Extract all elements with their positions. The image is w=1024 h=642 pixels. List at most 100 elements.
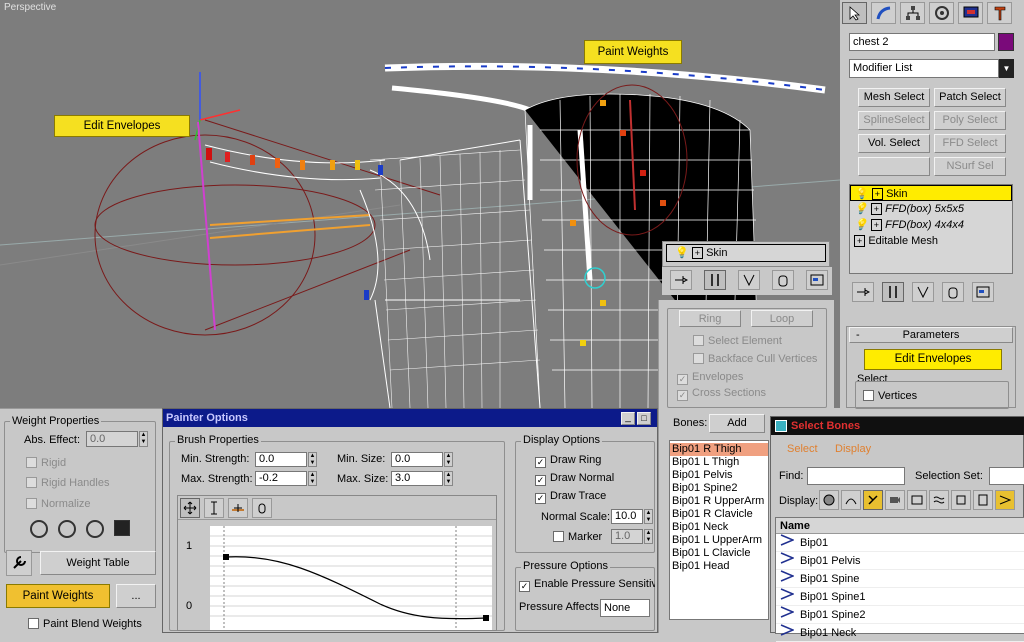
marker-checkbox[interactable] bbox=[553, 531, 564, 542]
cross-sections-checkbox[interactable]: ✓ bbox=[677, 390, 688, 401]
bulb-icon[interactable]: 💡 bbox=[855, 188, 869, 200]
chevron-down-icon[interactable]: ▼ bbox=[999, 59, 1014, 78]
falloff-curve-graph[interactable] bbox=[210, 526, 492, 630]
bulb-icon[interactable]: 💡 bbox=[854, 203, 868, 215]
bone-list-item[interactable]: Bip01 R Thigh bbox=[670, 443, 768, 456]
normal-scale-spinner[interactable]: ▲ ▼ bbox=[644, 509, 653, 524]
envelopes-checkbox[interactable]: ✓ bbox=[677, 374, 688, 385]
add-bone-button[interactable]: Add bbox=[709, 414, 765, 433]
expand-icon[interactable]: + bbox=[854, 235, 866, 247]
configure-sets-icon[interactable] bbox=[972, 282, 994, 302]
bone-list-item[interactable]: Bip01 L Thigh bbox=[670, 456, 768, 469]
table-row[interactable]: Bip01 Spine1 bbox=[776, 587, 1024, 606]
expand-icon[interactable]: + bbox=[871, 188, 884, 200]
bake-weights-icon[interactable] bbox=[114, 520, 130, 536]
bone-list-item[interactable]: Bip01 L UpperArm bbox=[670, 534, 768, 547]
wrench-icon[interactable] bbox=[6, 550, 32, 576]
table-row[interactable]: Bip01 Pelvis bbox=[776, 551, 1024, 570]
table-row[interactable]: Bip01 Neck bbox=[776, 623, 1024, 642]
pressure-affects-dropdown[interactable]: None bbox=[600, 599, 650, 617]
max-strength-field[interactable]: -0.2 bbox=[255, 471, 307, 486]
stack-item-editable-mesh[interactable]: + Editable Mesh bbox=[850, 233, 1012, 249]
mesh-select-button[interactable]: Mesh Select bbox=[858, 88, 930, 107]
edit-envelopes-button[interactable]: Edit Envelopes bbox=[864, 349, 1002, 370]
select-bones-titlebar[interactable]: Select Bones bbox=[771, 417, 1024, 435]
maximize-button[interactable]: □ bbox=[637, 412, 651, 425]
name-column-header[interactable]: Name bbox=[776, 518, 1024, 534]
bones-tree-list[interactable]: Name Bip01 Bip01 Pelvis Bip01 Spine Bip01 S… bbox=[775, 517, 1024, 642]
bulb-icon[interactable]: 💡 bbox=[854, 219, 868, 231]
ring-button[interactable]: Ring bbox=[679, 310, 741, 327]
remove-modifier-icon[interactable] bbox=[942, 282, 964, 302]
bone-list-item[interactable]: Bip01 R UpperArm bbox=[670, 495, 768, 508]
bone-list-item[interactable]: Bip01 R Clavicle bbox=[670, 508, 768, 521]
pin-stack-icon[interactable] bbox=[670, 270, 692, 290]
painter-options-titlebar[interactable]: Painter Options bbox=[163, 409, 657, 427]
add-point-icon[interactable] bbox=[228, 498, 248, 518]
show-end-result-icon[interactable] bbox=[882, 282, 904, 302]
selection-set-dropdown[interactable] bbox=[989, 467, 1024, 485]
expand-icon[interactable]: + bbox=[691, 247, 704, 259]
normalize-checkbox[interactable] bbox=[26, 498, 37, 509]
select-excluded-icon[interactable] bbox=[86, 520, 104, 538]
patch-select-button[interactable]: Patch Select bbox=[934, 88, 1006, 107]
expand-icon[interactable]: + bbox=[870, 219, 883, 231]
min-strength-spinner[interactable]: ▲ ▼ bbox=[308, 452, 317, 467]
bone-list-item[interactable]: Bip01 Spine2 bbox=[670, 482, 768, 495]
table-row[interactable]: Bip01 Spine2 bbox=[776, 605, 1024, 624]
space-warps-filter-icon[interactable] bbox=[929, 490, 949, 510]
enable-pressure-checkbox[interactable]: ✓ bbox=[519, 581, 530, 592]
include-verts-icon[interactable] bbox=[58, 520, 76, 538]
remove-modifier-icon[interactable] bbox=[772, 270, 794, 290]
vol-select-button[interactable]: Vol. Select bbox=[858, 134, 930, 153]
cameras-filter-icon[interactable] bbox=[885, 490, 905, 510]
min-strength-field[interactable]: 0.0 bbox=[255, 452, 307, 467]
painter-options-button[interactable]: ... bbox=[116, 584, 156, 608]
marker-field[interactable]: 1.0 bbox=[611, 529, 643, 544]
bulb-icon[interactable]: 💡 bbox=[675, 247, 689, 259]
abs-effect-field[interactable]: 0.0 bbox=[86, 431, 138, 447]
draw-trace-checkbox[interactable]: ✓ bbox=[535, 493, 546, 504]
bone-list-item[interactable]: Bip01 Pelvis bbox=[670, 469, 768, 482]
select-element-checkbox[interactable] bbox=[693, 335, 704, 346]
table-row[interactable]: Bip01 bbox=[776, 533, 1024, 552]
max-size-spinner[interactable]: ▲ ▼ bbox=[444, 471, 453, 486]
modify-tab-icon[interactable] bbox=[871, 2, 896, 24]
poly-select-button[interactable]: Poly Select bbox=[934, 111, 1006, 130]
draw-ring-checkbox[interactable]: ✓ bbox=[535, 457, 546, 468]
display-tab-icon[interactable] bbox=[958, 2, 983, 24]
display-menu[interactable]: Display bbox=[835, 443, 871, 455]
find-input[interactable] bbox=[807, 467, 905, 485]
rigid-checkbox[interactable] bbox=[26, 457, 37, 468]
table-row[interactable]: Bip01 Spine bbox=[776, 569, 1024, 588]
vertices-checkbox[interactable] bbox=[863, 390, 874, 401]
bones-list[interactable]: Bip01 R Thigh Bip01 L Thigh Bip01 Pelvis Bi… bbox=[669, 440, 769, 620]
bone-list-item[interactable]: Bip01 Head bbox=[670, 560, 768, 573]
stack-item-ffd-4x4x4[interactable]: 💡 + FFD(box) 4x4x4 bbox=[850, 217, 1012, 233]
skin-stack-item[interactable]: 💡 + Skin bbox=[666, 244, 826, 262]
min-size-spinner[interactable]: ▲ ▼ bbox=[444, 452, 453, 467]
paint-blend-weights-checkbox[interactable] bbox=[28, 618, 39, 629]
scale-point-icon[interactable] bbox=[204, 498, 224, 518]
parameters-rollout-header[interactable]: - Parameters bbox=[849, 327, 1013, 343]
pin-stack-icon[interactable] bbox=[852, 282, 874, 302]
backface-cull-checkbox[interactable] bbox=[693, 353, 704, 364]
minimize-button[interactable]: _ bbox=[621, 412, 635, 425]
abs-effect-spinner[interactable]: ▲ ▼ bbox=[139, 431, 148, 447]
exclude-verts-icon[interactable] bbox=[30, 520, 48, 538]
draw-normal-checkbox[interactable]: ✓ bbox=[535, 475, 546, 486]
xrefs-filter-icon[interactable] bbox=[973, 490, 993, 510]
create-tab-icon[interactable] bbox=[842, 2, 867, 24]
rigid-handles-checkbox[interactable] bbox=[26, 477, 37, 488]
bone-list-item[interactable]: Bip01 L Clavicle bbox=[670, 547, 768, 560]
bones-filter-icon[interactable] bbox=[863, 490, 883, 510]
weight-table-button[interactable]: Weight Table bbox=[40, 551, 156, 575]
bone-objects-filter-icon[interactable] bbox=[995, 490, 1015, 510]
normal-scale-field[interactable]: 10.0 bbox=[611, 509, 643, 524]
move-point-icon[interactable] bbox=[180, 498, 200, 518]
marker-spinner[interactable]: ▲ ▼ bbox=[644, 529, 653, 544]
pan-icon[interactable] bbox=[252, 498, 272, 518]
expand-icon[interactable]: + bbox=[870, 203, 883, 215]
shapes-filter-icon[interactable] bbox=[841, 490, 861, 510]
utilities-tab-icon[interactable] bbox=[987, 2, 1012, 24]
